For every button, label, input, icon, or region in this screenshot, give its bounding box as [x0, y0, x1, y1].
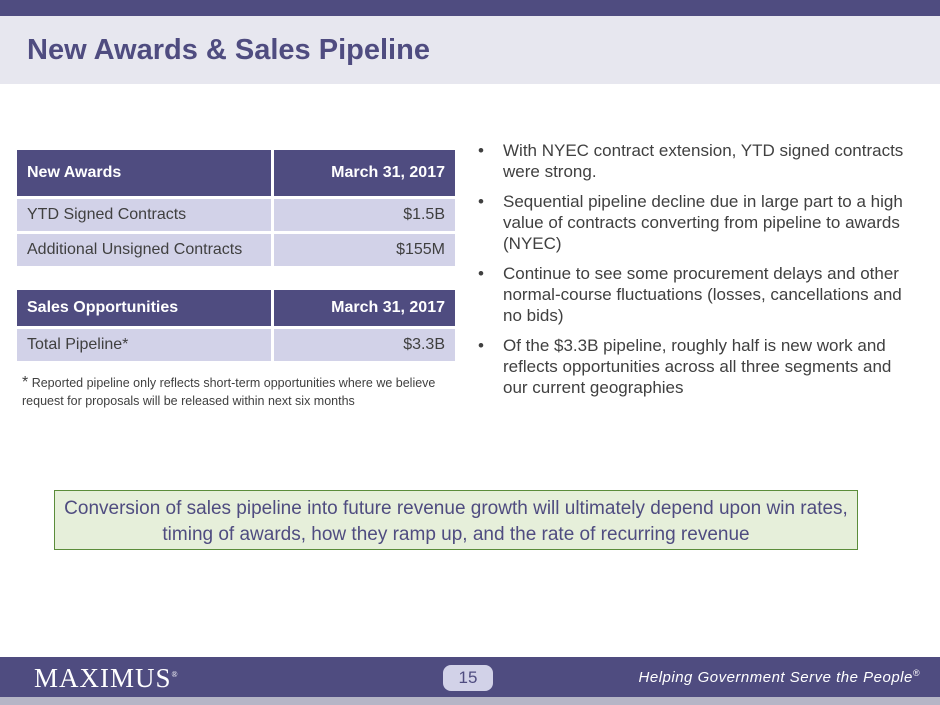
table-cell: Additional Unsigned Contracts — [17, 231, 273, 266]
header-cell: March 31, 2017 — [271, 150, 455, 198]
list-item: • Of the $3.3B pipeline, roughly half is … — [478, 335, 918, 398]
tagline: Helping Government Serve the People® — [639, 668, 920, 686]
logo-registered-mark: ® — [171, 670, 179, 679]
tagline-text: Helping Government Serve the People — [638, 669, 913, 686]
tagline-registered-mark: ® — [912, 668, 920, 678]
table-row: YTD Signed Contracts $1.5B — [17, 196, 455, 233]
list-item: • With NYEC contract extension, YTD signe… — [478, 140, 918, 182]
new-awards-table: New Awards March 31, 2017 YTD Signed Con… — [17, 150, 455, 266]
bullet-text: Of the $3.3B pipeline, roughly half is n… — [503, 336, 892, 397]
list-item: • Continue to see some procurement delays… — [478, 263, 918, 326]
bullet-icon: • — [478, 264, 484, 283]
bullet-text: With NYEC contract extension, YTD signed… — [503, 141, 904, 181]
bullet-icon: • — [478, 336, 484, 355]
table-cell: $1.5B — [271, 196, 455, 233]
page-title: New Awards & Sales Pipeline — [27, 34, 430, 66]
table-cell: $3.3B — [271, 326, 455, 361]
bullet-text: Sequential pipeline decline due in large… — [503, 192, 903, 253]
footnote: * Reported pipeline only reflects short-… — [22, 374, 442, 410]
top-bar — [0, 0, 940, 16]
table-cell: YTD Signed Contracts — [17, 196, 273, 233]
table-row: Additional Unsigned Contracts $155M — [17, 231, 455, 266]
header-cell: New Awards — [17, 150, 273, 198]
header-cell: March 31, 2017 — [271, 290, 455, 328]
table-cell: $155M — [271, 231, 455, 266]
footnote-text: Reported pipeline only reflects short-te… — [22, 376, 436, 408]
bullet-icon: • — [478, 141, 484, 160]
logo-text: MAXIMUS — [34, 663, 172, 693]
list-item: • Sequential pipeline decline due in larg… — [478, 191, 918, 254]
maximus-logo: MAXIMUS® — [34, 663, 179, 694]
bullet-icon: • — [478, 192, 484, 211]
table-cell: Total Pipeline* — [17, 326, 273, 361]
table-row: Total Pipeline* $3.3B — [17, 326, 455, 361]
header-cell: Sales Opportunities — [17, 290, 273, 328]
table-header-row: Sales Opportunities March 31, 2017 — [17, 290, 455, 328]
page-number: 15 — [443, 665, 493, 691]
sales-opportunities-table: Sales Opportunities March 31, 2017 Total… — [17, 290, 455, 361]
table-header-row: New Awards March 31, 2017 — [17, 150, 455, 198]
bullet-text: Continue to see some procurement delays … — [503, 264, 902, 325]
footer-stripe — [0, 697, 940, 705]
bullet-list: • With NYEC contract extension, YTD signe… — [478, 140, 918, 407]
conversion-callout: Conversion of sales pipeline into future… — [54, 490, 858, 550]
